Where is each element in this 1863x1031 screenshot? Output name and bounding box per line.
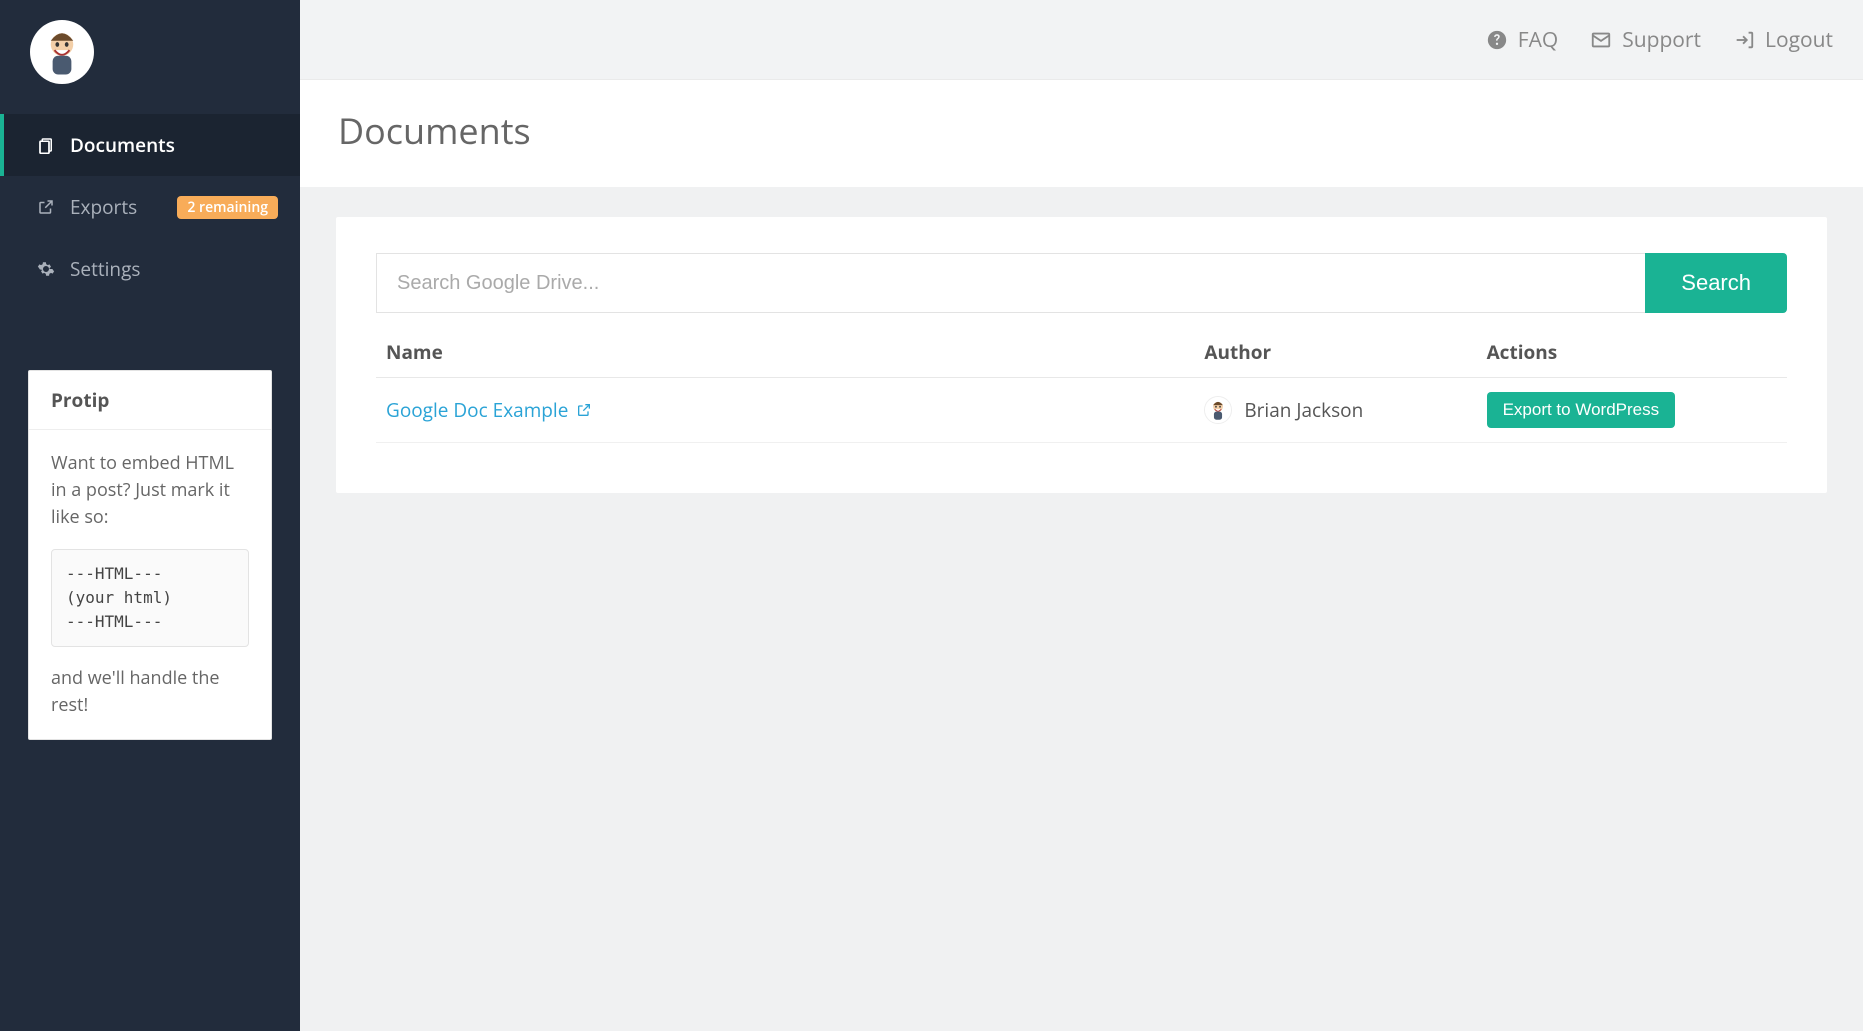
sidebar-item-label: Exports [70, 194, 177, 220]
search-row: Search [376, 253, 1787, 313]
logout-icon [1733, 29, 1755, 51]
documents-table: Name Author Actions Google Doc Example [376, 327, 1787, 443]
document-link[interactable]: Google Doc Example [386, 397, 592, 423]
avatar-icon [32, 22, 92, 82]
documents-panel: Search Name Author Actions Google Doc Ex… [336, 217, 1827, 493]
exports-remaining-badge: 2 remaining [177, 196, 278, 219]
sidebar-item-documents[interactable]: Documents [0, 114, 300, 176]
col-header-actions: Actions [1477, 327, 1787, 378]
protip-card: Protip Want to embed HTML in a post? Jus… [28, 370, 272, 740]
user-avatar[interactable] [30, 20, 94, 84]
sidebar-item-label: Documents [70, 132, 278, 158]
main: FAQ Support Logout Documents Search [300, 0, 1863, 1031]
table-row: Google Doc Example [376, 378, 1787, 443]
author-name: Brian Jackson [1244, 397, 1363, 423]
faq-link[interactable]: FAQ [1486, 26, 1558, 54]
content: Search Name Author Actions Google Doc Ex… [300, 187, 1863, 523]
support-link[interactable]: Support [1590, 26, 1701, 54]
protip-body: Want to embed HTML in a post? Just mark … [29, 430, 271, 739]
sidebar-item-exports[interactable]: Exports 2 remaining [0, 176, 300, 238]
col-header-name: Name [376, 327, 1194, 378]
faq-link-label: FAQ [1518, 26, 1558, 54]
sidebar: Documents Exports 2 remaining Settings [0, 0, 300, 1031]
document-name: Google Doc Example [386, 397, 568, 423]
protip-lead: Want to embed HTML in a post? Just mark … [51, 450, 249, 531]
nav-list: Documents Exports 2 remaining Settings [0, 114, 300, 300]
col-header-author: Author [1194, 327, 1476, 378]
avatar-container [0, 20, 300, 114]
share-icon [36, 197, 56, 217]
search-button[interactable]: Search [1645, 253, 1787, 313]
export-to-wordpress-button[interactable]: Export to WordPress [1487, 392, 1676, 428]
question-icon [1486, 29, 1508, 51]
search-input[interactable] [376, 253, 1645, 313]
logout-link[interactable]: Logout [1733, 26, 1833, 54]
protip-trail: and we'll handle the rest! [51, 665, 249, 719]
author-cell: Brian Jackson [1204, 396, 1466, 424]
logout-link-label: Logout [1765, 26, 1833, 54]
sidebar-item-label: Settings [70, 256, 278, 282]
gear-icon [36, 259, 56, 279]
protip-title: Protip [29, 371, 271, 430]
page-header: Documents [300, 80, 1863, 187]
external-link-icon [576, 402, 592, 418]
envelope-icon [1590, 29, 1612, 51]
author-avatar [1204, 396, 1232, 424]
topbar: FAQ Support Logout [300, 0, 1863, 80]
protip-code: ---HTML--- (your html) ---HTML--- [51, 549, 249, 647]
page-title: Documents [338, 106, 1825, 155]
clipboard-icon [36, 135, 56, 155]
sidebar-item-settings[interactable]: Settings [0, 238, 300, 300]
support-link-label: Support [1622, 26, 1701, 54]
